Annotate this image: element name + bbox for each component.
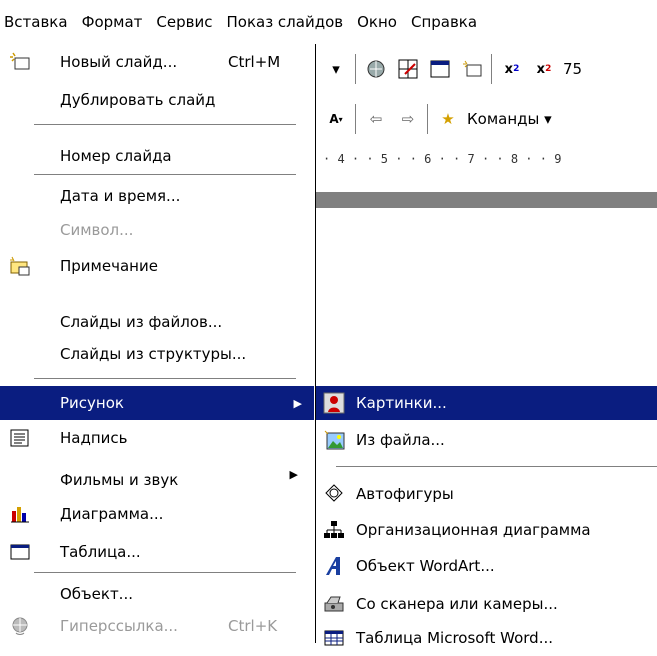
toolbar-separator [355, 54, 357, 84]
menubar: Вставка Формат Сервис Показ слайдов Окно… [0, 0, 657, 44]
dropdown-arrow-icon[interactable]: ▾ [323, 56, 349, 82]
menu-separator [34, 124, 296, 126]
word-table-icon [322, 626, 346, 650]
tables-borders-icon[interactable] [395, 56, 421, 82]
menu-item-date-time[interactable]: Дата и время... [0, 178, 314, 214]
submenu-item-word-table[interactable]: Таблица Microsoft Word... [316, 620, 657, 656]
menu-item-picture[interactable]: Рисунок ▶ [0, 386, 314, 420]
menu-separator [34, 174, 296, 176]
submenu-item-autoshapes[interactable]: Автофигуры [316, 476, 657, 512]
toolbar-separator [491, 54, 493, 84]
standard-toolbar: ▾ x2 x2 75 [315, 48, 657, 90]
menu-insert[interactable]: Вставка [0, 0, 76, 44]
menu-service[interactable]: Сервис [150, 0, 220, 44]
subscript-icon[interactable]: x2 [499, 56, 525, 82]
commands-button[interactable]: Команды ▾ [467, 110, 552, 128]
from-file-icon [322, 428, 346, 452]
arrow-left-icon[interactable]: ⇦ [363, 106, 389, 132]
submenu-item-scanner[interactable]: Со сканера или камеры... [316, 586, 657, 622]
menu-item-table[interactable]: Таблица... [0, 534, 314, 570]
comment-icon [8, 254, 32, 278]
menu-help[interactable]: Справка [405, 0, 485, 44]
submenu-item-org-chart[interactable]: Организационная диаграмма [316, 512, 657, 548]
menu-item-chart[interactable]: Диаграмма... [0, 496, 314, 532]
zoom-value[interactable]: 75 [563, 60, 582, 78]
menu-item-movies-sound[interactable]: Фильмы и звук ▶ [0, 462, 314, 498]
autoshapes-icon [322, 482, 346, 506]
superscript-icon[interactable]: x2 [531, 56, 557, 82]
menu-separator [34, 378, 296, 380]
menu-item-comment[interactable]: Примечание [0, 248, 314, 284]
menu-item-object[interactable]: Объект... [0, 576, 314, 612]
arrow-right-icon[interactable]: ⇨ [395, 106, 421, 132]
org-chart-icon [322, 518, 346, 542]
ruler: · 4 · · 5 · · 6 · · 7 · · 8 · · 9 [323, 152, 562, 166]
menu-item-slides-from-outline[interactable]: Слайды из структуры... [0, 336, 314, 372]
textbox-icon [8, 426, 32, 450]
submenu-item-wordart[interactable]: Объект WordArt... [316, 548, 657, 584]
submenu-separator [336, 466, 657, 468]
menu-separator [34, 572, 296, 574]
hyperlink-icon[interactable] [363, 56, 389, 82]
window-icon[interactable] [427, 56, 453, 82]
table-icon [8, 540, 32, 564]
menu-item-new-slide[interactable]: Новый слайд... Ctrl+M [0, 44, 314, 80]
font-color-icon[interactable]: A ▾ [323, 106, 349, 132]
insert-menu: Новый слайд... Ctrl+M Дублировать слайд … [0, 44, 316, 643]
menu-item-slides-from-files[interactable]: Слайды из файлов... [0, 304, 314, 340]
hyperlink-icon [8, 614, 32, 638]
menu-item-hyperlink[interactable]: Гиперссылка... Ctrl+K [0, 608, 314, 644]
formatting-toolbar: A ▾ ⇦ ⇨ ★ Команды ▾ [315, 98, 657, 140]
chart-icon [8, 502, 32, 526]
picture-submenu: Картинки... Из файла... Автофигуры Орган… [316, 384, 657, 647]
submenu-arrow-icon: ▶ [293, 396, 302, 410]
wordart-icon [322, 554, 346, 578]
toolbar-separator [355, 104, 357, 134]
menu-item-textbox[interactable]: Надпись [0, 420, 314, 456]
new-slide-icon[interactable] [459, 56, 485, 82]
menu-item-symbol[interactable]: Символ... [0, 212, 314, 248]
scanner-icon [322, 592, 346, 616]
menu-window[interactable]: Окно [351, 0, 405, 44]
clipart-icon [322, 391, 346, 415]
star-icon[interactable]: ★ [435, 106, 461, 132]
menu-item-slide-number[interactable]: Номер слайда [0, 138, 314, 174]
menu-format[interactable]: Формат [76, 0, 151, 44]
toolbar-separator [427, 104, 429, 134]
submenu-item-clipart[interactable]: Картинки... [316, 386, 657, 420]
slide-panel-bar [315, 192, 657, 208]
new-slide-icon [8, 50, 32, 74]
submenu-item-from-file[interactable]: Из файла... [316, 422, 657, 458]
submenu-arrow-icon: ▶ [289, 468, 298, 481]
menu-slideshow[interactable]: Показ слайдов [220, 0, 351, 44]
menu-item-duplicate-slide[interactable]: Дублировать слайд [0, 82, 314, 118]
